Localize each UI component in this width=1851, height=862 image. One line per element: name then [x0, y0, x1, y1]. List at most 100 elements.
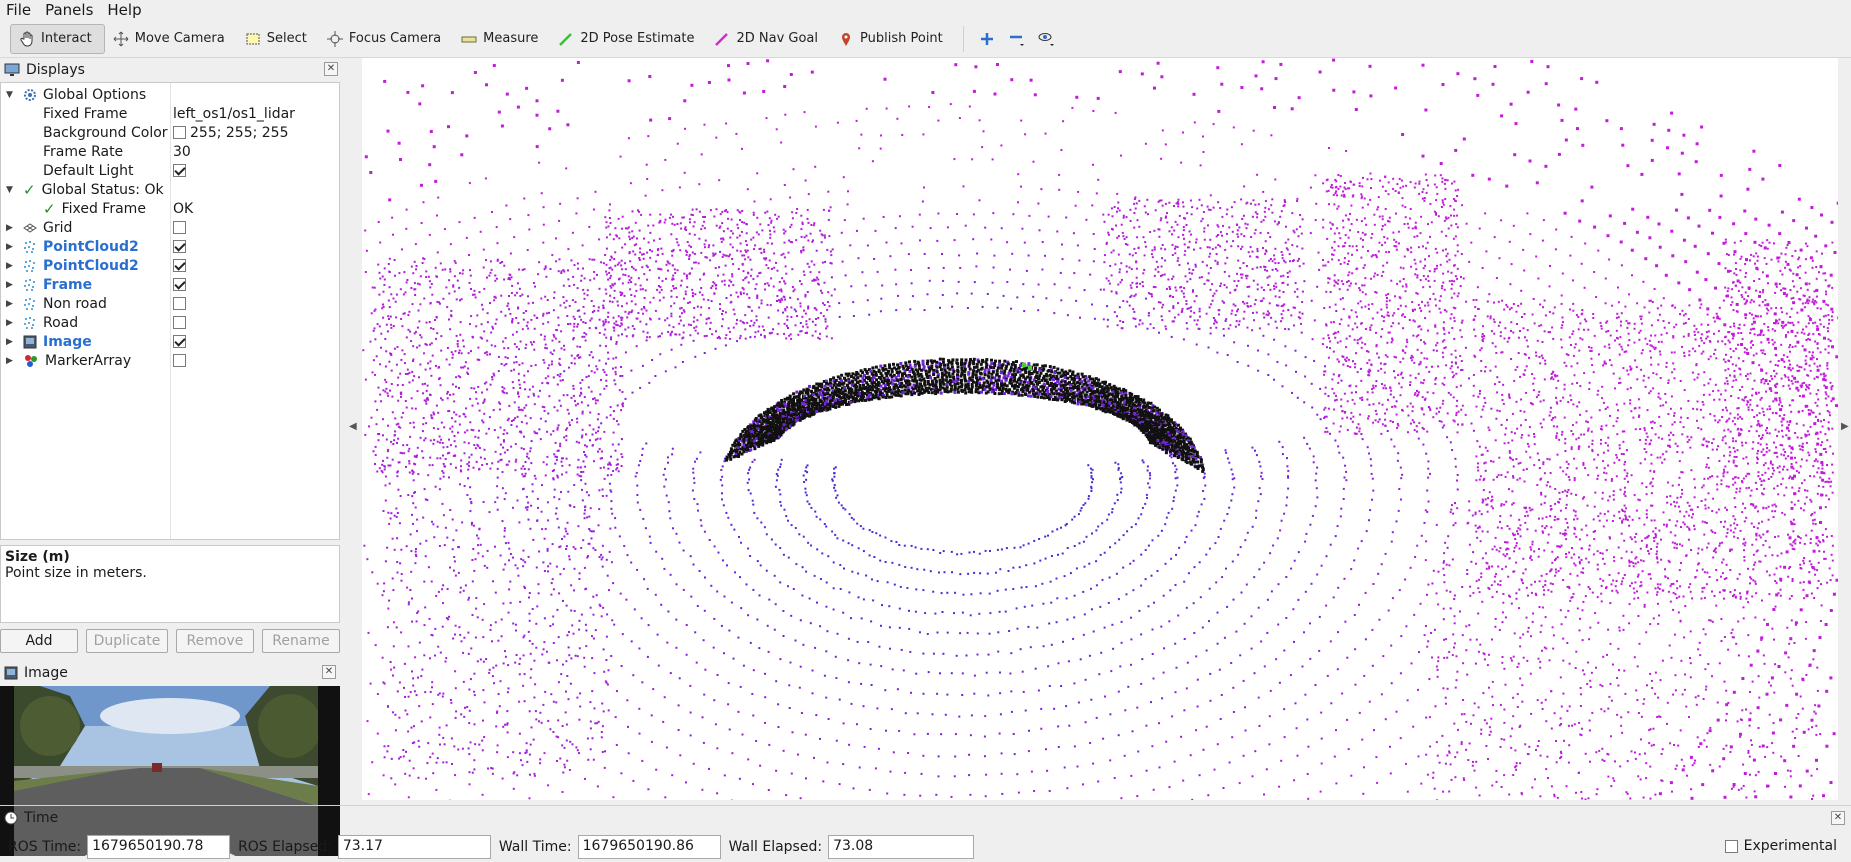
map-pin-icon — [842, 32, 851, 46]
collapsed-arrow-icon[interactable]: ▶ — [6, 337, 13, 347]
pointcloud-icon — [24, 240, 35, 253]
rename-button[interactable]: Rename — [261, 629, 341, 653]
focus-camera-label: Focus Camera — [348, 31, 442, 46]
menu-help[interactable]: Help — [107, 1, 141, 19]
global-options-label: Global Options — [43, 86, 147, 103]
default-light-row[interactable]: Default Light — [1, 161, 341, 180]
collapsed-arrow-icon[interactable]: ▶ — [6, 299, 13, 309]
frame-rate-row[interactable]: Frame Rate 30 — [1, 142, 341, 161]
time-panel-close-button[interactable]: ✕ — [1831, 811, 1845, 825]
image-panel-title: Image — [24, 665, 68, 681]
status-fixed-frame-value: OK — [173, 200, 194, 217]
pose-estimate-tool-button[interactable]: 2D Pose Estimate — [550, 24, 706, 54]
remove-button[interactable]: Remove — [175, 629, 254, 653]
collapse-right-arrow-icon[interactable]: ▶ — [1841, 421, 1849, 432]
marker-array-icon — [25, 354, 37, 367]
non-road-checkbox[interactable] — [173, 297, 186, 310]
display-item-markerarray[interactable]: ▶ MarkerArray — [1, 351, 341, 370]
ros-time-field[interactable]: 1679650190.78 — [87, 834, 231, 859]
expand-arrow-icon[interactable]: ▼ — [6, 185, 13, 195]
magenta-arrow-icon — [715, 32, 729, 46]
measure-tool-button[interactable]: Measure — [453, 24, 550, 54]
collapsed-arrow-icon[interactable]: ▶ — [6, 280, 13, 290]
display-item-pointcloud2-b[interactable]: ▶ PointCloud2 — [1, 256, 341, 275]
collapsed-arrow-icon[interactable]: ▶ — [6, 261, 13, 271]
publish-point-tool-button[interactable]: Publish Point — [830, 24, 955, 54]
3d-render-view[interactable] — [362, 58, 1838, 800]
pointcloud-icon — [24, 259, 35, 272]
global-status-row[interactable]: ▼ ✓ Global Status: Ok — [1, 180, 341, 199]
default-light-label: Default Light — [43, 162, 134, 179]
plus-icon — [980, 32, 993, 45]
green-arrow-icon — [559, 32, 573, 46]
background-color-row[interactable]: Background Color 255; 255; 255 — [1, 123, 341, 142]
checkmark-icon: ✓ — [43, 199, 56, 218]
markerarray-checkbox[interactable] — [173, 354, 186, 367]
gear-icon — [24, 88, 36, 101]
time-fields: ROS Time: 1679650190.78 ROS Elapsed: 73.… — [0, 831, 1851, 862]
time-panel-title: Time — [24, 809, 59, 826]
publish-point-label: Publish Point — [860, 31, 943, 46]
nav-goal-label: 2D Nav Goal — [736, 31, 819, 46]
status-fixed-frame-row[interactable]: ✓ Fixed Frame OK — [1, 199, 341, 218]
background-color-value[interactable]: 255; 255; 255 — [190, 125, 289, 141]
ruler-icon — [461, 36, 477, 42]
interact-tool-button[interactable]: Interact — [10, 23, 105, 54]
global-options-row[interactable]: ▼ Global Options — [1, 85, 341, 104]
display-item-label: PointCloud2 — [43, 238, 139, 255]
grid-enable-checkbox[interactable] — [173, 221, 186, 234]
menu-file[interactable]: File — [6, 1, 31, 19]
nav-goal-tool-button[interactable]: 2D Nav Goal — [706, 24, 830, 54]
collapsed-arrow-icon[interactable]: ▶ — [6, 242, 13, 252]
image-panel-close-button[interactable]: ✕ — [322, 665, 336, 679]
display-item-pointcloud2-a[interactable]: ▶ PointCloud2 — [1, 237, 341, 256]
displays-tree: ▼ Global Options Fixed Frame left_os1/os… — [0, 82, 340, 540]
focus-camera-tool-button[interactable]: Focus Camera — [319, 24, 453, 54]
view-options-button[interactable] — [1032, 24, 1062, 54]
display-item-image[interactable]: ▶ Image — [1, 332, 341, 351]
wall-time-label: Wall Time: — [498, 838, 572, 855]
collapsed-arrow-icon[interactable]: ▶ — [6, 223, 13, 233]
display-item-label: MarkerArray — [45, 352, 132, 369]
fixed-frame-row[interactable]: Fixed Frame left_os1/os1_lidar — [1, 104, 341, 123]
toolbar-separator — [962, 25, 964, 52]
road-checkbox[interactable] — [173, 316, 186, 329]
image-checkbox[interactable] — [173, 335, 186, 348]
collapse-left-arrow-icon[interactable]: ◀ — [349, 421, 357, 432]
ros-elapsed-field[interactable]: 73.17 — [337, 834, 491, 859]
wall-elapsed-field[interactable]: 73.08 — [828, 834, 975, 859]
image-icon — [23, 335, 37, 348]
toolbar: Interact Move Camera Select Focus Camera… — [0, 20, 1851, 58]
frame-checkbox[interactable] — [173, 278, 186, 291]
wall-time-field[interactable]: 1679650190.86 — [577, 834, 721, 859]
ros-time-label: ROS Time: — [8, 838, 82, 855]
frame-rate-value[interactable]: 30 — [173, 144, 191, 160]
display-item-grid[interactable]: ▶ Grid — [1, 218, 341, 237]
add-tool-button[interactable] — [972, 24, 1002, 54]
collapsed-arrow-icon[interactable]: ▶ — [6, 318, 13, 328]
display-item-road[interactable]: ▶ Road — [1, 313, 341, 332]
add-button[interactable]: Add — [0, 629, 79, 653]
move-camera-tool-button[interactable]: Move Camera — [105, 24, 237, 54]
display-item-frame[interactable]: ▶ Frame — [1, 275, 341, 294]
default-light-checkbox[interactable] — [173, 164, 186, 177]
pointcloud2-a-checkbox[interactable] — [173, 240, 186, 253]
select-label: Select — [266, 31, 307, 46]
fixed-frame-value[interactable]: left_os1/os1_lidar — [173, 106, 295, 122]
experimental-checkbox[interactable] — [1724, 839, 1738, 853]
pointcloud-icon — [24, 316, 35, 329]
pointcloud-icon — [24, 297, 35, 310]
remove-tool-button[interactable] — [1002, 24, 1032, 54]
expand-arrow-icon[interactable]: ▼ — [6, 90, 13, 100]
status-fixed-frame-label: Fixed Frame — [61, 200, 146, 217]
display-item-non-road[interactable]: ▶ Non road — [1, 294, 341, 313]
displays-close-button[interactable]: ✕ — [324, 62, 338, 76]
collapsed-arrow-icon[interactable]: ▶ — [6, 356, 13, 366]
menu-panels[interactable]: Panels — [45, 1, 93, 19]
pointcloud2-b-checkbox[interactable] — [173, 259, 186, 272]
duplicate-button[interactable]: Duplicate — [86, 629, 168, 653]
color-swatch[interactable] — [173, 126, 186, 139]
experimental-toggle[interactable]: Experimental — [1724, 838, 1837, 854]
select-tool-button[interactable]: Select — [237, 24, 319, 54]
menu-bar: File Panels Help — [0, 0, 1851, 20]
